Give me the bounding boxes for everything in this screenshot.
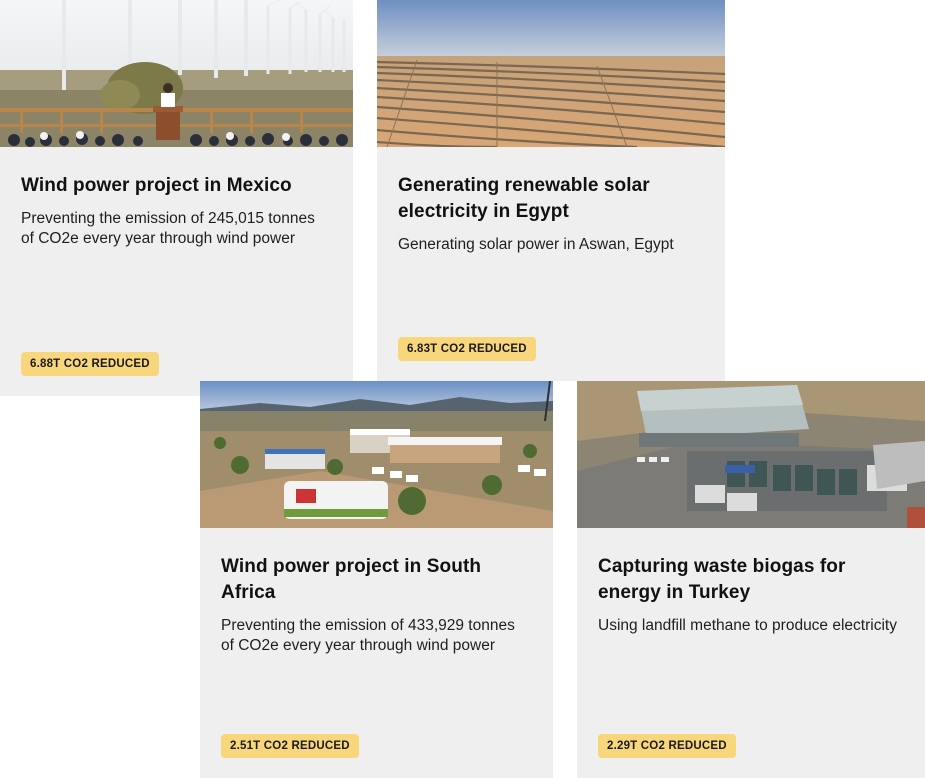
card-body: Wind power project in South Africa Preve… bbox=[200, 528, 553, 778]
card-title: Capturing waste biogas for energy in Tur… bbox=[598, 556, 846, 603]
project-image-biogas-turkey bbox=[577, 381, 925, 528]
co2-reduced-badge: 2.29T CO2 REDUCED bbox=[598, 734, 736, 758]
card-body: Generating renewable solar electricity i… bbox=[377, 147, 725, 381]
card-title: Wind power project in South Africa bbox=[221, 556, 482, 603]
card-description: Using landfill methane to produce electr… bbox=[598, 617, 897, 634]
card-description: Preventing the emission of 433,929 tonne… bbox=[221, 617, 515, 654]
card-title: Wind power project in Mexico bbox=[21, 175, 292, 196]
card-description: Generating solar power in Aswan, Egypt bbox=[398, 236, 674, 253]
project-image-south-africa bbox=[200, 381, 553, 528]
project-image-wind-mexico bbox=[0, 0, 353, 147]
project-card-south-africa[interactable]: Wind power project in South Africa Preve… bbox=[200, 381, 553, 778]
card-description: Preventing the emission of 245,015 tonne… bbox=[21, 210, 315, 247]
project-card-mexico[interactable]: Wind power project in Mexico Preventing … bbox=[0, 0, 353, 396]
project-card-egypt[interactable]: Generating renewable solar electricity i… bbox=[377, 0, 725, 381]
card-title: Generating renewable solar electricity i… bbox=[398, 175, 650, 222]
co2-reduced-badge: 6.88T CO2 REDUCED bbox=[21, 352, 159, 376]
card-body: Wind power project in Mexico Preventing … bbox=[0, 147, 353, 396]
co2-reduced-badge: 2.51T CO2 REDUCED bbox=[221, 734, 359, 758]
project-image-solar-egypt bbox=[377, 0, 725, 147]
co2-reduced-badge: 6.83T CO2 REDUCED bbox=[398, 337, 536, 361]
card-body: Capturing waste biogas for energy in Tur… bbox=[577, 528, 925, 778]
project-card-turkey[interactable]: Capturing waste biogas for energy in Tur… bbox=[577, 381, 925, 778]
